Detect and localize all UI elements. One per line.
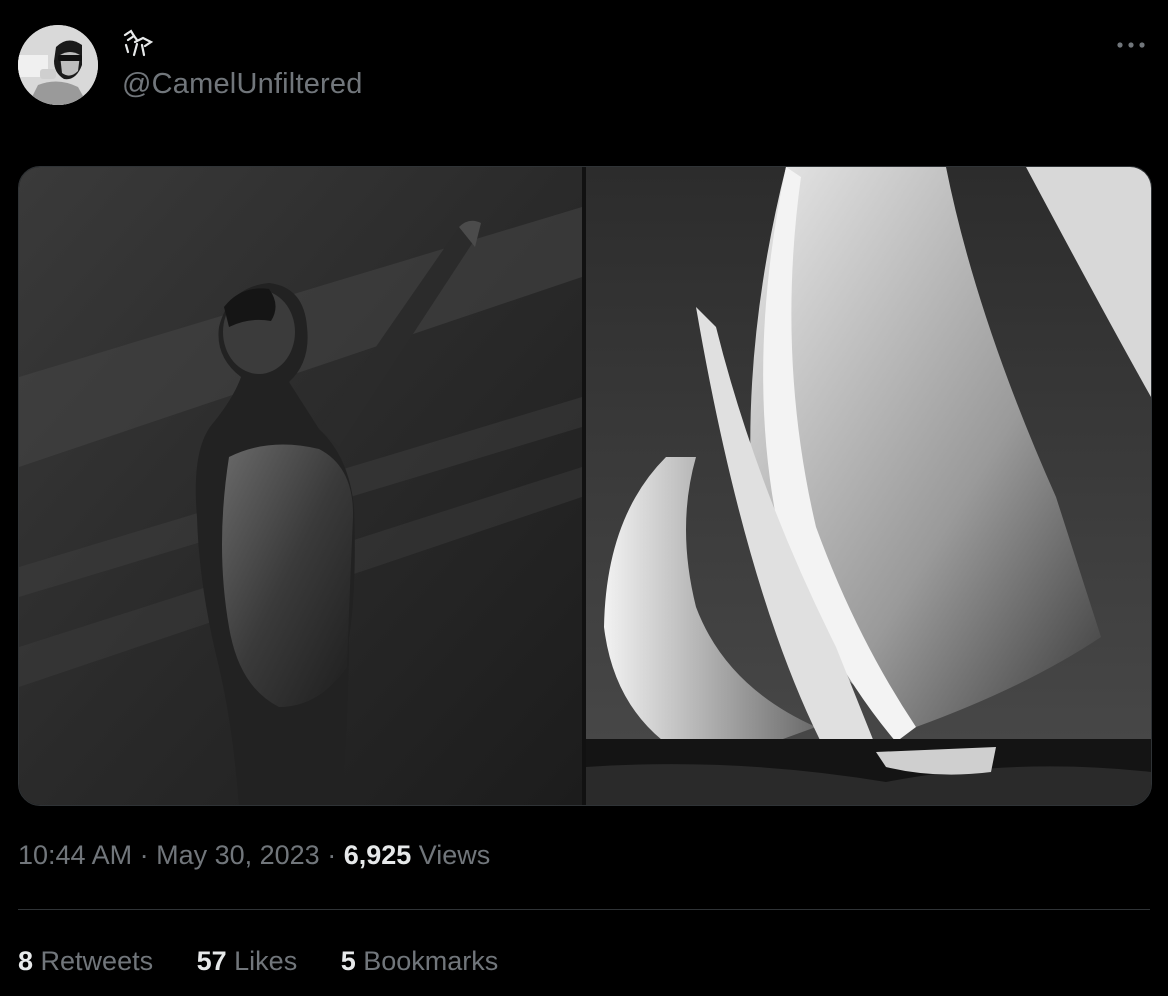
bookmarks-label: Bookmarks	[355, 946, 499, 976]
retweets-stat[interactable]: 8 Retweets	[18, 946, 153, 977]
avatar[interactable]	[18, 25, 98, 105]
meta-separator: ·	[132, 840, 157, 870]
avatar-photo	[18, 25, 98, 105]
retweets-count: 8	[18, 946, 34, 976]
photo-sailboat-spinnakers[interactable]	[586, 167, 1151, 805]
more-button[interactable]	[1114, 30, 1148, 60]
bookmarks-stat[interactable]: 5 Bookmarks	[341, 946, 499, 977]
more-dots-icon	[1117, 42, 1145, 48]
views-count: 6,925	[343, 840, 412, 870]
views-label: Views	[411, 840, 491, 870]
tweet-date[interactable]: May 30, 2023	[156, 840, 320, 870]
tweet-meta: 10:44 AM · May 30, 2023 · 6,925 Views	[18, 840, 490, 871]
retweets-label: Retweets	[33, 946, 154, 976]
likes-label: Likes	[226, 946, 298, 976]
camel-glyph-icon	[123, 29, 154, 57]
bookmarks-count: 5	[340, 946, 356, 976]
likes-stat[interactable]: 57 Likes	[197, 946, 298, 977]
photo-woman-in-shadow[interactable]	[19, 167, 582, 805]
tweet-time[interactable]: 10:44 AM	[18, 840, 132, 870]
display-name[interactable]	[122, 28, 156, 58]
divider	[18, 909, 1150, 910]
meta-separator: ·	[319, 840, 344, 870]
author-handle[interactable]: @CamelUnfiltered	[122, 68, 363, 101]
media-grid	[18, 166, 1152, 806]
engagement-stats: 8 Retweets 57 Likes 5 Bookmarks	[18, 946, 534, 977]
likes-count: 57	[196, 946, 227, 976]
